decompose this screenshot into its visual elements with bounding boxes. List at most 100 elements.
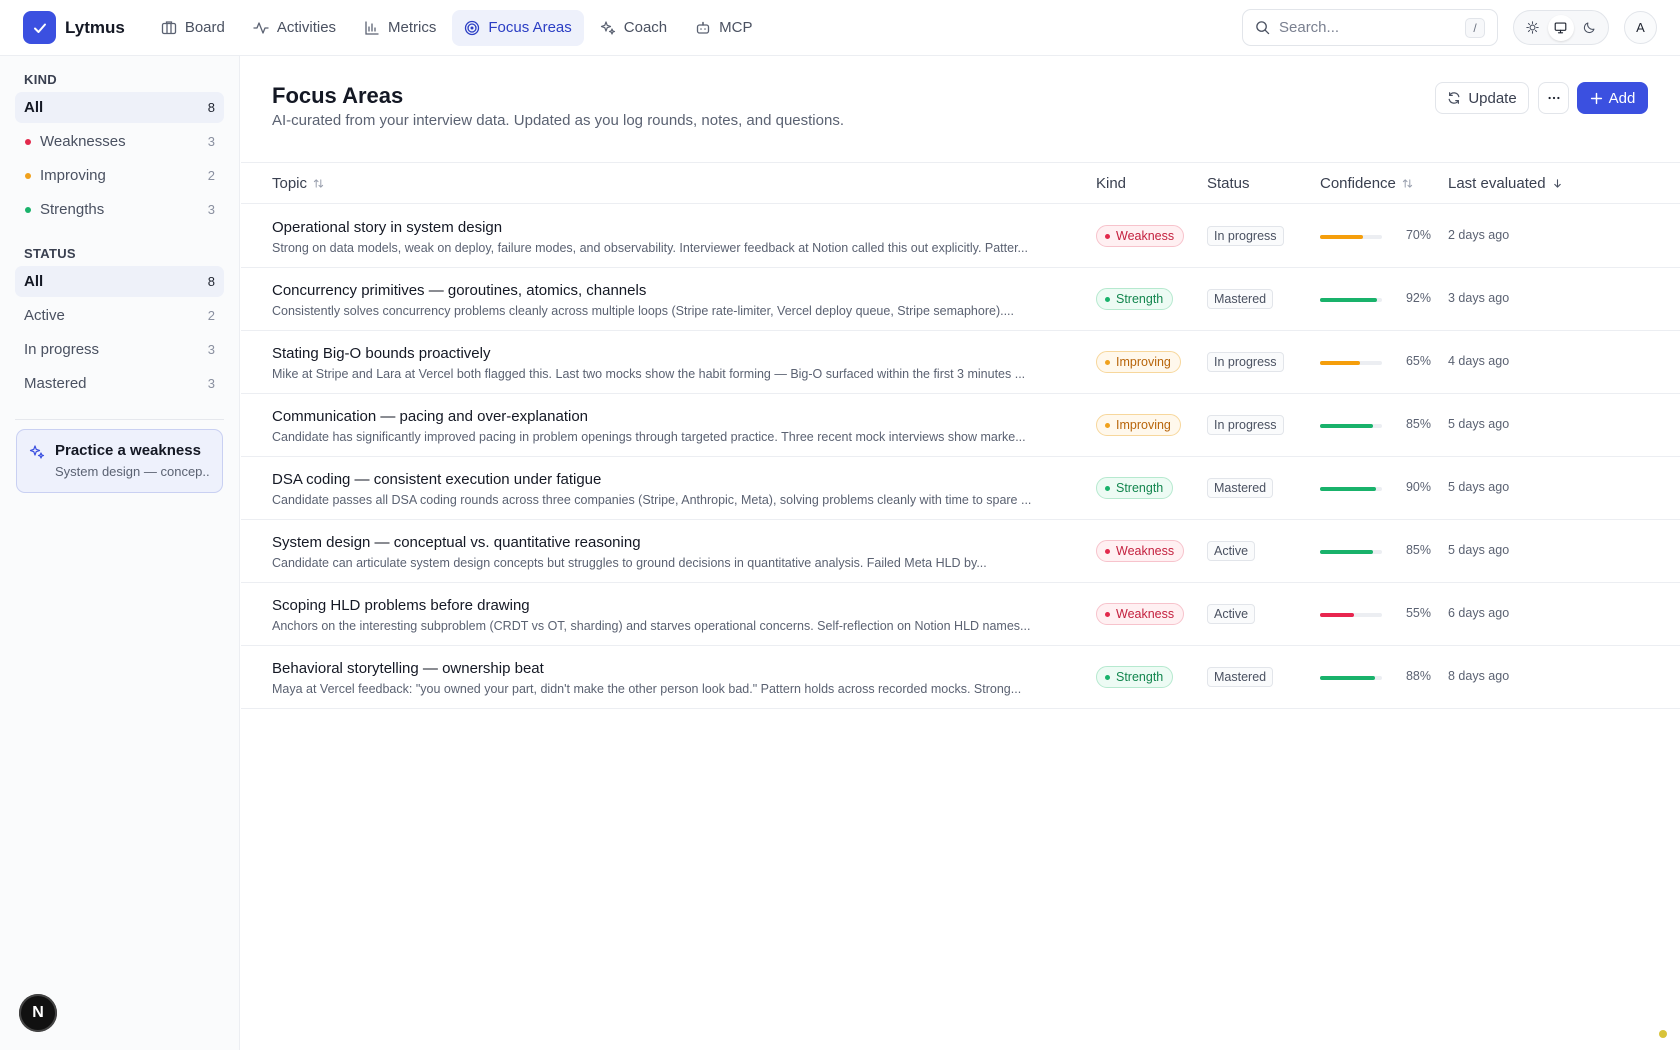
app-name: Lytmus [65, 17, 125, 37]
sidebar-item-label: All [24, 99, 44, 116]
topic-title: Operational story in system design [272, 219, 503, 236]
weakness-dot-icon [25, 138, 31, 145]
confidence-value: 92% [1405, 291, 1431, 305]
sidebar-item-count: 8 [207, 274, 215, 289]
dev-tools-badge[interactable]: N [19, 994, 57, 1032]
nav-item-coach[interactable]: Coach [588, 10, 679, 46]
sidebar-item-label: All [24, 273, 44, 290]
kind-label: Weakness [1116, 229, 1175, 243]
sidebar-item-kind-all[interactable]: All 8 [15, 92, 224, 123]
main-content: Focus Areas AI-curated from your intervi… [241, 56, 1680, 1050]
more-options-button[interactable] [1538, 82, 1569, 114]
search-input[interactable] [1279, 19, 1459, 36]
last-evaluated: 8 days ago [1448, 669, 1510, 683]
topic-description: Candidate can articulate system design c… [272, 556, 987, 570]
add-button[interactable]: Add [1577, 82, 1648, 114]
nav-item-activities[interactable]: Activities [241, 10, 348, 46]
confidence-bar [1320, 487, 1382, 491]
board-icon [161, 20, 176, 34]
table-row[interactable]: Communication — pacing and over-explanat… [241, 394, 1680, 457]
sidebar-item-strengths[interactable]: Strengths 3 [15, 194, 224, 225]
nav-label: Focus Areas [488, 19, 572, 36]
nav-label: MCP [719, 19, 753, 36]
sidebar-item-in-progress[interactable]: In progress 3 [15, 334, 224, 365]
search-box[interactable]: / [1242, 9, 1498, 46]
confidence-bar [1320, 424, 1382, 428]
topic-description: Candidate passes all DSA coding rounds a… [272, 493, 1032, 507]
sidebar-item-count: 3 [207, 134, 215, 149]
status-badge: In progress [1207, 415, 1284, 435]
moon-icon [1584, 22, 1595, 34]
update-button[interactable]: Update [1435, 82, 1529, 114]
status-badge: In progress [1207, 226, 1284, 246]
last-evaluated: 5 days ago [1448, 480, 1510, 494]
kind-label: Strength [1116, 481, 1164, 495]
nav-label: Activities [276, 19, 337, 36]
kind-badge: Weakness [1096, 225, 1185, 247]
last-evaluated: 4 days ago [1448, 354, 1510, 368]
table-row[interactable]: Stating Big-O bounds proactively Mike at … [241, 331, 1680, 394]
confidence-value: 88% [1405, 669, 1431, 683]
table-row[interactable]: Behavioral storytelling — ownership beat… [241, 646, 1680, 709]
sidebar-item-weaknesses[interactable]: Weaknesses 3 [15, 126, 224, 157]
topic-title: Scoping HLD problems before drawing [272, 597, 530, 614]
sidebar-item-count: 3 [207, 202, 215, 217]
practice-weakness-card[interactable]: Practice a weakness System design — conc… [16, 429, 223, 493]
topic-description: Anchors on the interesting subproblem (C… [272, 619, 1031, 633]
column-label: Status [1207, 175, 1250, 192]
kind-section-title: KIND [24, 72, 57, 87]
status-badge: In progress [1207, 352, 1284, 372]
table-row[interactable]: Concurrency primitives — goroutines, ato… [241, 268, 1680, 331]
status-indicator-dot [1659, 1030, 1667, 1038]
table-row[interactable]: DSA coding — consistent execution under … [241, 457, 1680, 520]
status-section-title: STATUS [24, 246, 76, 261]
topic-description: Candidate has significantly improved pac… [272, 430, 1026, 444]
theme-dark-button[interactable] [1577, 15, 1603, 41]
user-avatar[interactable]: A [1624, 11, 1657, 44]
sidebar-item-label: Strengths [40, 201, 105, 218]
nav-label: Metrics [388, 19, 437, 36]
nav-item-focus-areas[interactable]: Focus Areas [452, 9, 584, 46]
monitor-icon [1555, 22, 1567, 34]
sidebar-item-improving[interactable]: Improving 2 [15, 160, 224, 191]
nav-item-metrics[interactable]: Metrics [352, 10, 448, 46]
topic-title: Concurrency primitives — goroutines, ato… [272, 282, 647, 299]
plus-icon [1590, 92, 1602, 104]
nav-item-mcp[interactable]: MCP [683, 10, 764, 46]
column-label: Last evaluated [1448, 175, 1546, 192]
sidebar-item-label: Active [24, 307, 65, 324]
app-logo[interactable]: Lytmus [23, 11, 125, 44]
table-row[interactable]: System design — conceptual vs. quantitat… [241, 520, 1680, 583]
column-confidence[interactable]: Confidence [1320, 175, 1413, 192]
robot-icon [696, 21, 710, 34]
confidence-value: 90% [1405, 480, 1431, 494]
confidence-bar [1320, 676, 1382, 680]
confidence-bar [1320, 235, 1382, 239]
kind-badge: Improving [1096, 414, 1181, 436]
kind-dot-icon [1105, 422, 1110, 428]
table-header: Topic Kind Status Confidence Last evalua… [241, 162, 1680, 204]
column-last-evaluated[interactable]: Last evaluated [1448, 175, 1563, 192]
sparkles-icon [29, 445, 45, 459]
sidebar-item-active[interactable]: Active 2 [15, 300, 224, 331]
sidebar-item-status-all[interactable]: All 8 [15, 266, 224, 297]
practice-subtitle: System design — concep... [55, 464, 210, 479]
nav-item-board[interactable]: Board [149, 10, 237, 46]
metrics-icon [365, 20, 379, 35]
table-row[interactable]: Scoping HLD problems before drawing Ancho… [241, 583, 1680, 646]
table-row[interactable]: Operational story in system design Strong… [241, 205, 1680, 268]
topic-title: DSA coding — consistent execution under … [272, 471, 602, 488]
column-topic[interactable]: Topic [272, 175, 324, 192]
add-label: Add [1608, 89, 1636, 107]
sidebar-item-label: Improving [40, 167, 106, 184]
topic-title: Behavioral storytelling — ownership beat [272, 660, 544, 677]
theme-system-button[interactable] [1547, 14, 1574, 41]
kind-label: Weakness [1116, 544, 1175, 558]
sidebar-item-mastered[interactable]: Mastered 3 [15, 368, 224, 399]
sort-icon [313, 179, 324, 188]
sidebar-item-label: In progress [24, 341, 100, 358]
topic-description: Mike at Stripe and Lara at Vercel both f… [272, 367, 1026, 381]
improving-dot-icon [25, 172, 31, 179]
last-evaluated: 3 days ago [1448, 291, 1510, 305]
theme-light-button[interactable] [1519, 15, 1545, 41]
